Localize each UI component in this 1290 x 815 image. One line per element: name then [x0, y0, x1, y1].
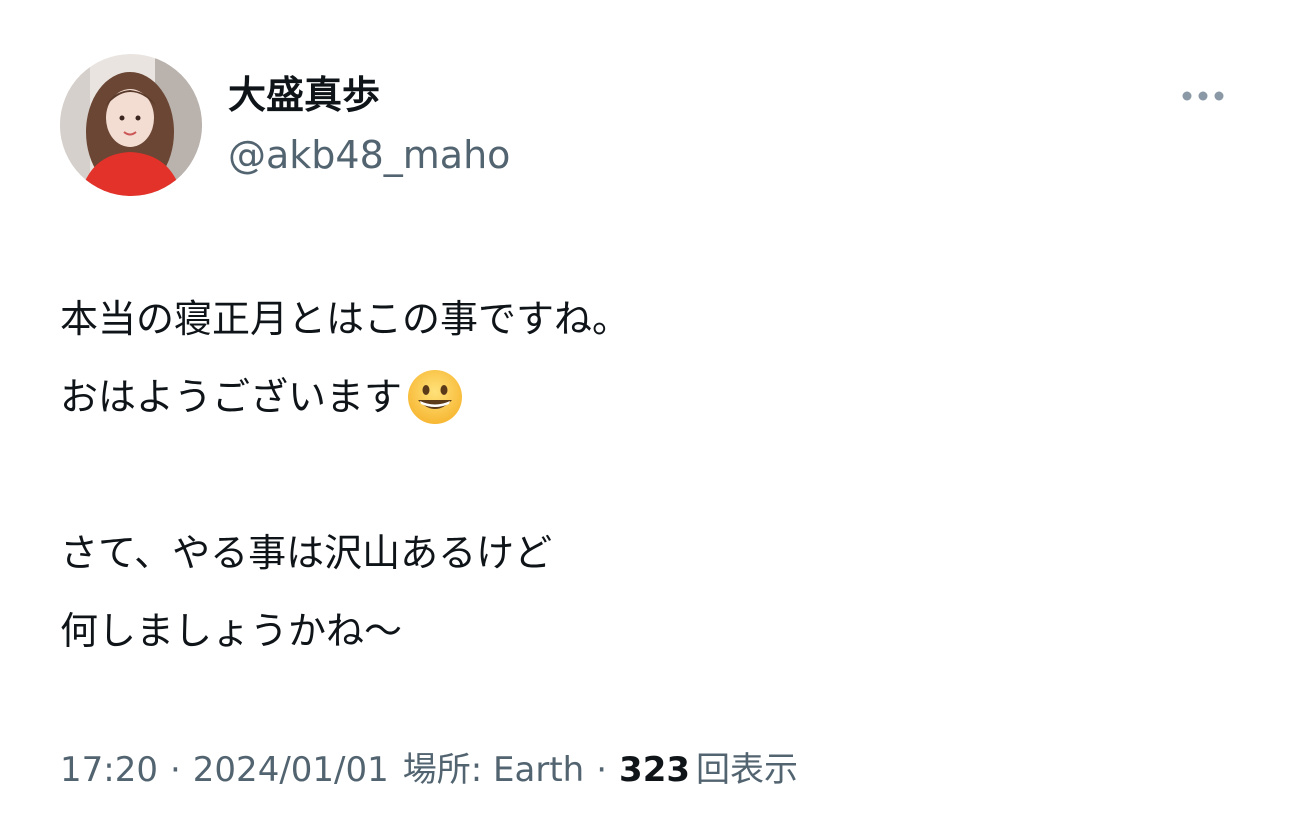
tweet-time-link[interactable]: 17:20 [60, 744, 158, 796]
author-handle[interactable]: @akb48_maho [228, 130, 510, 180]
tweet-metadata: 17:20 · 2024/01/01 場所: Earth · 323 回表示 [60, 744, 798, 796]
views-count[interactable]: 323 [619, 744, 690, 796]
tweet-line: 何しましょうかね〜 [60, 592, 1240, 670]
tweet-line: さて、やる事は沢山あるけど [60, 514, 1240, 592]
tweet-text: 本当の寝正月とはこの事ですね。 おはようございます さて、やる事は沢山あるけど … [60, 280, 1240, 670]
grinning-face-emoji-icon [406, 368, 464, 426]
author-display-name[interactable]: 大盛真歩 [228, 70, 380, 120]
author-avatar[interactable] [60, 54, 202, 196]
more-horizontal-icon [1182, 91, 1224, 101]
avatar-photo [60, 54, 202, 196]
tweet-line-text: 何しましょうかね〜 [60, 609, 403, 653]
tweet-location[interactable]: 場所: Earth [403, 744, 584, 796]
more-options-button[interactable] [1172, 78, 1234, 114]
tweet-line-text: 本当の寝正月とはこの事ですね。 [60, 297, 631, 341]
tweet-line-text: さて、やる事は沢山あるけど [60, 531, 553, 575]
meta-separator: · [169, 750, 181, 790]
tweet-line: おはようございます [60, 358, 1240, 436]
meta-separator: · [596, 750, 608, 790]
tweet-line: 本当の寝正月とはこの事ですね。 [60, 280, 1240, 358]
views-label: 回表示 [696, 750, 799, 790]
tweet-date-link[interactable]: 2024/01/01 [193, 744, 389, 796]
tweet-line-text: おはようございます [60, 375, 403, 419]
